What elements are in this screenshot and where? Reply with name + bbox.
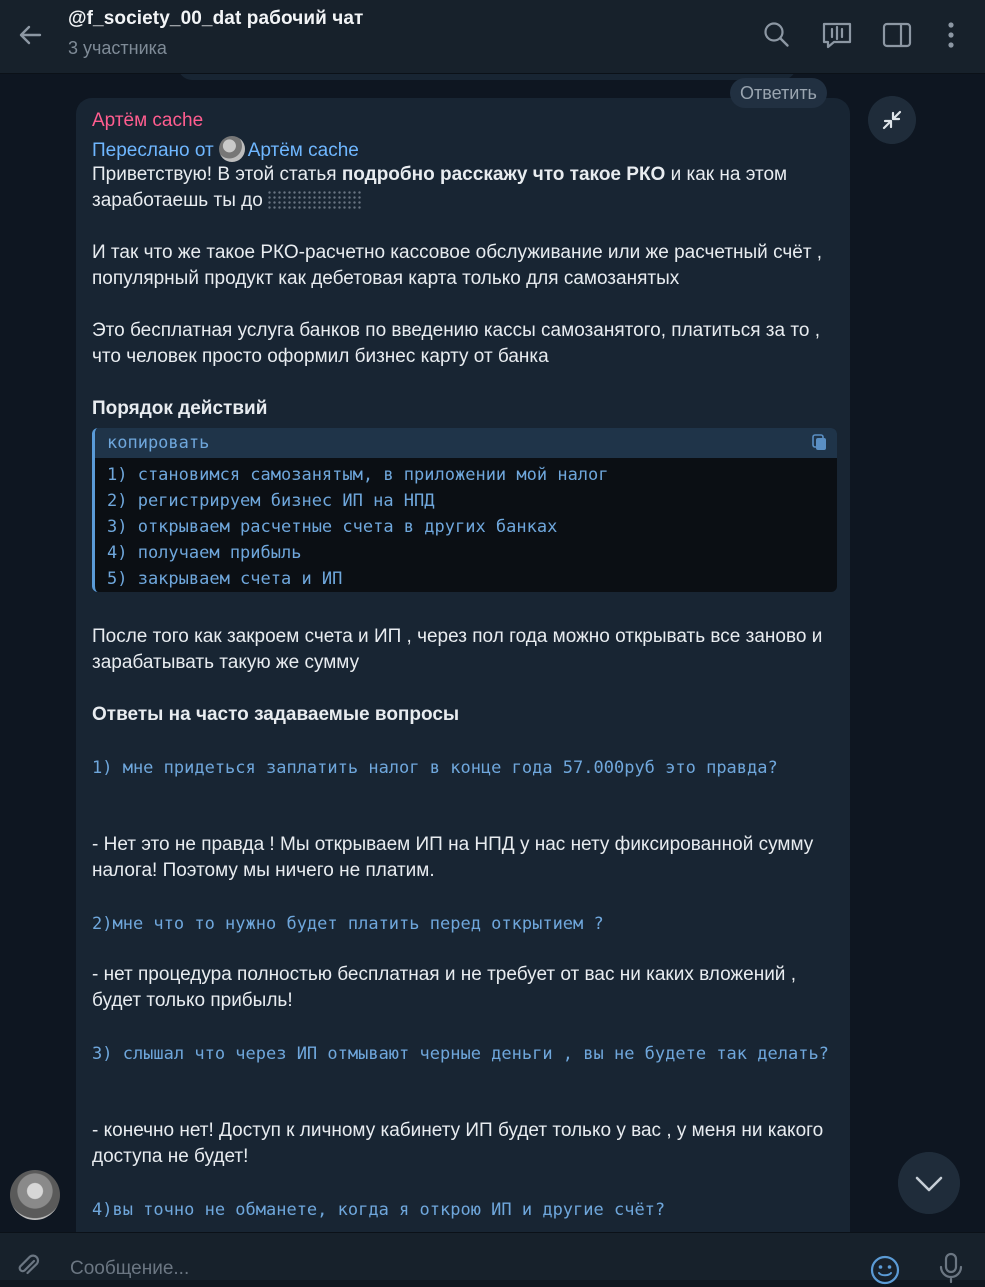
faq-heading: Ответы на часто задаваемые вопросы xyxy=(92,704,460,725)
back-arrow-icon[interactable] xyxy=(14,18,48,52)
faq-answer-1: - Нет это не правда ! Мы открываем ИП на… xyxy=(92,834,814,881)
faq-question-1: 1) мне придеться заплатить налог в конце… xyxy=(92,758,778,778)
code-line: 4) получаем прибыль xyxy=(107,543,302,563)
message-bubble[interactable]: Артём cache Переслано от Артём cache Прив… xyxy=(76,98,850,1232)
code-line: 2) регистрируем бизнес ИП на НПД xyxy=(107,491,435,511)
message-list[interactable]: Артём cache Переслано от Артём cache Прив… xyxy=(0,74,985,1232)
collapse-arrows-icon[interactable] xyxy=(868,96,916,144)
faq-question-3: 3) слышал что через ИП отмывают черные д… xyxy=(92,1044,829,1064)
chat-member-count[interactable]: 3 участника xyxy=(68,38,167,59)
more-menu-icon[interactable] xyxy=(934,18,968,52)
faq-answer-3: - конечно нет! Доступ к личному кабинету… xyxy=(92,1120,824,1167)
faq-answer-2: - нет процедура полностью бесплатная и н… xyxy=(92,964,796,1011)
chat-title[interactable]: @f_society_00_dat рабочий чат xyxy=(68,8,363,30)
forwarded-from[interactable]: Переслано от Артём cache xyxy=(92,136,359,162)
code-block[interactable]: копировать 1) становимся самозанятым, в … xyxy=(92,428,837,592)
forward-avatar xyxy=(218,136,245,162)
intro-bold: подробно расскажу что такое РКО xyxy=(341,164,666,185)
sender-avatar[interactable] xyxy=(10,1170,60,1220)
paragraph-intro: Приветствую! В этой статья подробно расс… xyxy=(92,162,836,214)
code-content: 1) становимся самозанятым, в приложении … xyxy=(95,458,837,592)
code-header: копировать xyxy=(95,428,837,458)
copy-label[interactable]: копировать xyxy=(107,433,209,453)
code-line: 5) закрываем счета и ИП xyxy=(107,569,343,589)
paragraph-rko: И так что же такое РКО-расчетно кассовое… xyxy=(92,242,823,289)
reply-button[interactable]: Ответить xyxy=(730,78,827,108)
emoji-icon[interactable] xyxy=(868,1253,902,1287)
sidebar-toggle-icon[interactable] xyxy=(880,18,914,52)
code-line: 1) становимся самозанятым, в приложении … xyxy=(107,465,609,485)
previous-message-edge xyxy=(178,74,796,80)
scroll-down-chevron-icon[interactable] xyxy=(898,1152,960,1214)
video-chat-icon[interactable] xyxy=(820,18,854,52)
message-composer xyxy=(0,1232,985,1285)
code-line: 3) открываем расчетные счета в других ба… xyxy=(107,517,558,537)
copy-icon[interactable] xyxy=(811,434,829,452)
search-icon[interactable] xyxy=(760,18,794,52)
forwarded-author[interactable]: Артём cache xyxy=(248,140,359,161)
paperclip-icon[interactable] xyxy=(12,1251,42,1281)
steps-heading: Порядок действий xyxy=(92,398,268,419)
faq-question-2: 2)мне что то нужно будет платить перед о… xyxy=(92,914,604,934)
intro-text: Приветствую! В этой статья xyxy=(92,164,342,185)
message-author[interactable]: Артём cache xyxy=(92,110,203,132)
paragraph-repeat: После того как закроем счета и ИП , чере… xyxy=(92,626,823,673)
faq-question-4: 4)вы точно не обманете, когда я открою И… xyxy=(92,1200,666,1220)
forwarded-prefix: Переслано от xyxy=(92,140,214,161)
message-input[interactable] xyxy=(68,1255,832,1283)
chat-header: @f_society_00_dat рабочий чат 3 участник… xyxy=(0,0,985,74)
paragraph-free-service: Это бесплатная услуга банков по введению… xyxy=(92,320,820,367)
spoiler-hidden-text[interactable] xyxy=(266,190,363,210)
